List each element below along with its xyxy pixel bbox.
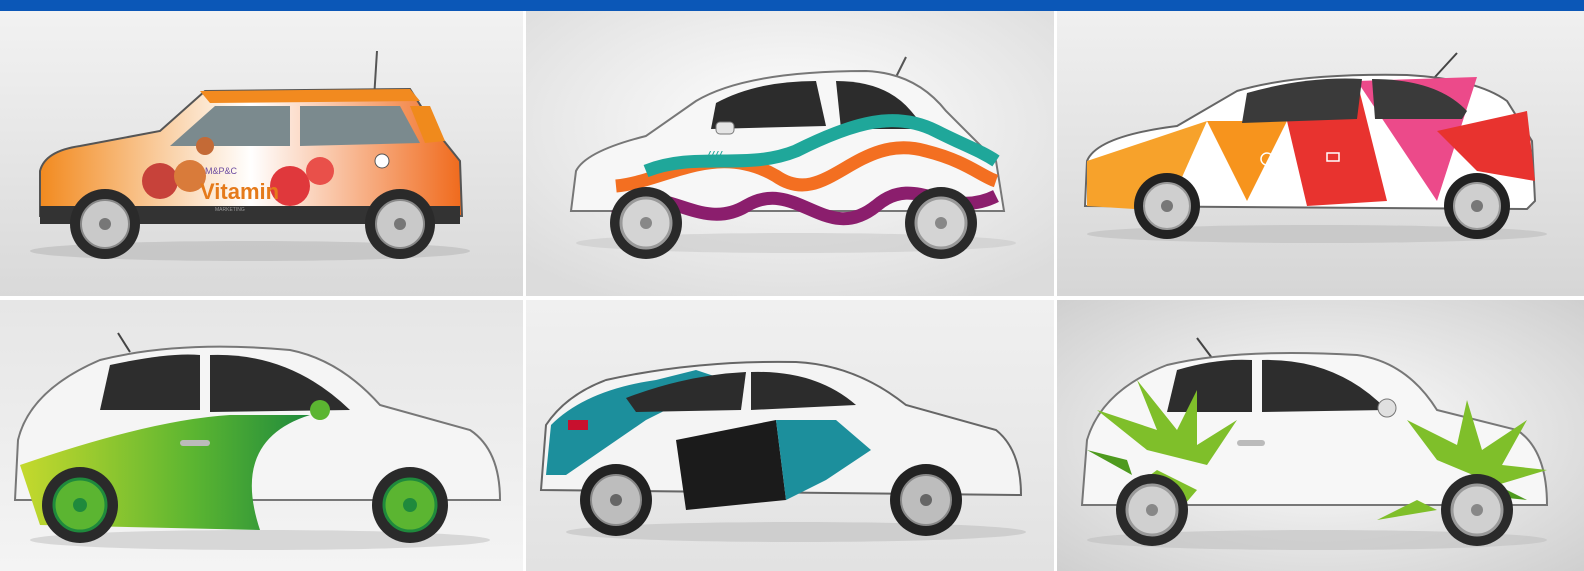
car-photo-teal-arrow bbox=[526, 300, 1054, 571]
car-photo-geometric bbox=[1057, 11, 1584, 296]
car-photo-mini-vitamin: M&P&C Vitamin MARKETING bbox=[0, 11, 523, 296]
car-livery-gallery: M&P&C Vitamin MARKETING ////–– bbox=[0, 11, 1584, 571]
logo-small-text: M&P&C bbox=[205, 166, 238, 176]
car-photo-green-swoosh bbox=[0, 300, 523, 571]
car-photo-green-leaves bbox=[1057, 300, 1584, 571]
top-accent-bar bbox=[0, 0, 1584, 11]
logo-big-text: Vitamin bbox=[200, 179, 279, 204]
livery-logo-text: ////–– bbox=[705, 148, 737, 164]
car-photo-waves: ////–– bbox=[526, 11, 1054, 296]
logo-tag-text: MARKETING bbox=[215, 207, 245, 213]
